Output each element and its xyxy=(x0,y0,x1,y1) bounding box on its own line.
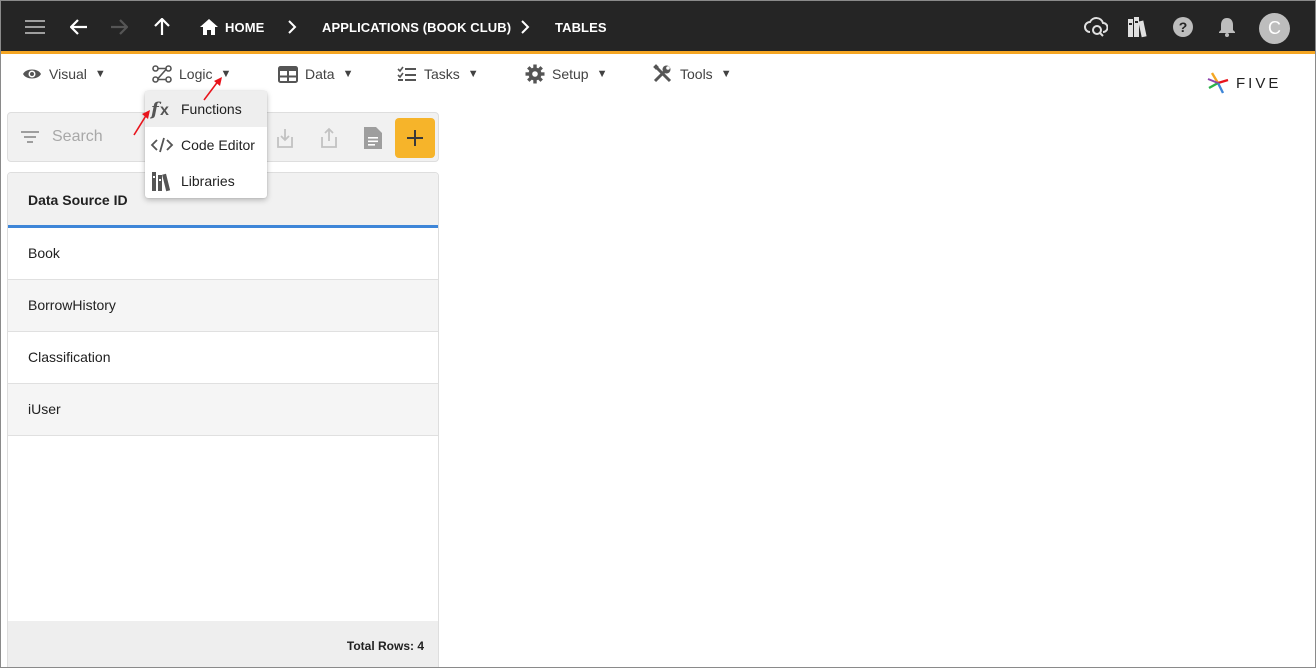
import-icon[interactable] xyxy=(273,125,297,151)
caret-down-icon: ▼ xyxy=(467,68,479,80)
total-rows-label: Total Rows: 4 xyxy=(346,639,424,653)
menu-logic[interactable]: Logic ▼ xyxy=(152,63,231,85)
back-arrow-icon[interactable] xyxy=(67,15,91,39)
help-icon[interactable]: ? xyxy=(1171,15,1195,39)
notification-bell-icon[interactable] xyxy=(1215,15,1239,39)
gear-icon xyxy=(525,64,545,84)
list-item-label: Book xyxy=(28,245,60,261)
menu-visual[interactable]: Visual ▼ xyxy=(22,63,106,85)
table-grid-icon xyxy=(278,65,298,83)
home-icon[interactable] xyxy=(197,15,221,39)
caret-down-icon: ▼ xyxy=(220,68,232,80)
document-icon[interactable] xyxy=(361,125,385,151)
menu-logic-label: Logic xyxy=(179,66,213,82)
list-item-label: Classification xyxy=(28,349,111,365)
column-header-label: Data Source ID xyxy=(28,192,128,208)
up-arrow-icon[interactable] xyxy=(150,15,174,39)
five-logo-mark-icon xyxy=(1207,72,1229,94)
top-app-bar: HOME APPLICATIONS (BOOK CLUB) TABLES ? C xyxy=(1,1,1315,54)
list-item[interactable]: Book xyxy=(8,228,438,280)
cloud-deploy-icon[interactable] xyxy=(1084,15,1108,39)
menu-tasks-label: Tasks xyxy=(424,66,460,82)
caret-down-icon: ▼ xyxy=(720,68,732,80)
menu-item-label: Code Editor xyxy=(181,137,255,153)
svg-text:x: x xyxy=(160,102,169,119)
menu-item-code-editor[interactable]: Code Editor xyxy=(145,127,267,163)
menu-tasks[interactable]: Tasks ▼ xyxy=(397,63,479,85)
list-item[interactable]: iUser xyxy=(8,384,438,436)
caret-down-icon: ▼ xyxy=(94,68,106,80)
menu-visual-label: Visual xyxy=(49,66,87,82)
caret-down-icon: ▼ xyxy=(596,68,608,80)
menu-item-functions[interactable]: fx Functions xyxy=(145,91,267,127)
breadcrumb-home[interactable]: HOME xyxy=(225,20,264,35)
plus-icon xyxy=(407,130,423,146)
svg-text:?: ? xyxy=(1179,19,1188,35)
menu-item-label: Functions xyxy=(181,101,242,117)
menu-item-libraries[interactable]: Libraries xyxy=(145,163,267,199)
logic-dropdown-menu: fx Functions Code Editor Libraries xyxy=(145,91,267,198)
menu-tools[interactable]: Tools ▼ xyxy=(653,63,732,85)
eye-icon xyxy=(23,69,41,79)
menu-item-label: Libraries xyxy=(181,173,235,189)
filter-icon[interactable] xyxy=(21,130,39,144)
add-button[interactable] xyxy=(395,118,435,158)
menu-data[interactable]: Data ▼ xyxy=(278,63,353,85)
wrench-screwdriver-icon xyxy=(653,64,672,83)
breadcrumb-applications[interactable]: APPLICATIONS (BOOK CLUB) xyxy=(322,20,511,35)
list-item[interactable]: BorrowHistory xyxy=(8,280,438,332)
menu-setup-label: Setup xyxy=(552,66,589,82)
breadcrumb-tables[interactable]: TABLES xyxy=(555,20,607,35)
library-books-icon xyxy=(150,170,174,192)
export-icon[interactable] xyxy=(317,125,341,151)
data-source-list: Data Source ID Book BorrowHistory Classi… xyxy=(7,172,439,667)
main-menu-bar: Visual ▼ Logic ▼ Data ▼ Tasks ▼ Setup ▼ … xyxy=(1,57,1315,89)
chevron-right-icon xyxy=(521,20,530,34)
library-books-icon[interactable] xyxy=(1126,15,1150,39)
list-item-label: BorrowHistory xyxy=(28,297,116,313)
caret-down-icon: ▼ xyxy=(342,68,354,80)
function-fx-icon: fx xyxy=(150,98,174,120)
list-item-label: iUser xyxy=(28,401,61,417)
chevron-right-icon xyxy=(288,20,297,34)
menu-data-label: Data xyxy=(305,66,335,82)
code-icon xyxy=(150,134,174,156)
app-window: HOME APPLICATIONS (BOOK CLUB) TABLES ? C… xyxy=(0,0,1316,668)
hamburger-menu-icon[interactable] xyxy=(23,15,47,39)
checklist-icon xyxy=(397,66,416,81)
five-logo: FIVE xyxy=(1206,71,1281,95)
forward-arrow-icon[interactable] xyxy=(107,15,131,39)
logo-text: FIVE xyxy=(1236,74,1282,92)
list-footer: Total Rows: 4 xyxy=(8,621,438,667)
list-item[interactable]: Classification xyxy=(8,332,438,384)
menu-tools-label: Tools xyxy=(680,66,713,82)
menu-setup[interactable]: Setup ▼ xyxy=(525,63,607,85)
logic-flow-icon xyxy=(152,65,172,83)
user-avatar[interactable]: C xyxy=(1259,13,1290,44)
